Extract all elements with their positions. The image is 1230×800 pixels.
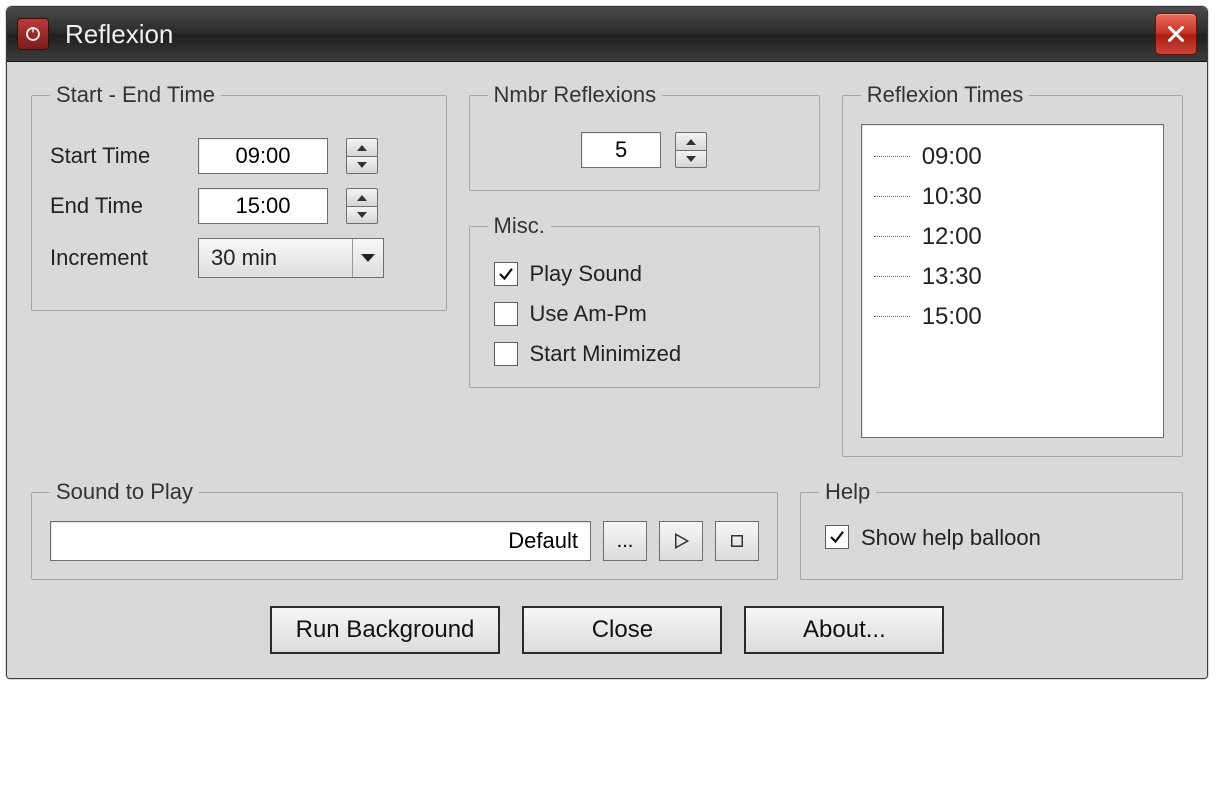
chevron-down-icon [352,239,383,277]
about-button[interactable]: About... [744,606,944,654]
help-legend: Help [819,479,876,505]
chevron-up-icon [357,145,367,151]
nmbr-up-button[interactable] [675,132,707,150]
chevron-down-icon [357,212,367,218]
increment-value: 30 min [199,245,352,271]
show-help-balloon-label: Show help balloon [861,525,1041,551]
end-time-down-button[interactable] [346,206,378,224]
use-ampm-checkbox[interactable] [494,302,518,326]
check-icon [828,528,846,546]
chevron-down-icon [357,162,367,168]
nmbr-down-button[interactable] [675,150,707,168]
nmbr-reflexions-group: Nmbr Reflexions [469,82,820,191]
end-time-spinner [346,188,378,224]
play-sound-checkbox[interactable] [494,262,518,286]
reflexion-times-list[interactable]: 09:00 10:30 12:00 13:30 15:00 [861,124,1164,438]
play-sound-button[interactable] [659,521,703,561]
list-item[interactable]: 10:30 [870,177,1153,217]
sound-to-play-legend: Sound to Play [50,479,199,505]
start-minimized-checkbox[interactable] [494,342,518,366]
dialog-button-row: Run Background Close About... [31,606,1183,654]
browse-sound-button[interactable]: ... [603,521,647,561]
close-icon [1165,23,1187,45]
start-end-time-legend: Start - End Time [50,82,221,108]
end-time-up-button[interactable] [346,188,378,206]
run-background-button[interactable]: Run Background [270,606,501,654]
chevron-up-icon [357,195,367,201]
play-sound-label: Play Sound [530,261,643,287]
start-time-label: Start Time [50,143,180,169]
chevron-down-icon [686,156,696,162]
use-ampm-label: Use Am-Pm [530,301,647,327]
misc-legend: Misc. [488,213,551,239]
start-end-time-group: Start - End Time Start Time End Time [31,82,447,311]
close-button[interactable]: Close [522,606,722,654]
start-minimized-label: Start Minimized [530,341,682,367]
nmbr-reflexions-legend: Nmbr Reflexions [488,82,663,108]
reflexion-times-legend: Reflexion Times [861,82,1030,108]
show-help-balloon-checkbox[interactable] [825,525,849,549]
window-title: Reflexion [65,19,1155,50]
chevron-up-icon [686,139,696,145]
increment-select[interactable]: 30 min [198,238,384,278]
sound-to-play-group: Sound to Play ... [31,479,778,580]
end-time-input[interactable] [198,188,328,224]
start-time-spinner [346,138,378,174]
nmbr-reflexions-spinner [675,132,707,168]
stop-icon [728,532,746,550]
play-icon [672,532,690,550]
increment-label: Increment [50,245,180,271]
list-item[interactable]: 13:30 [870,257,1153,297]
reflexion-window: Reflexion Start - End Time Start Time [6,6,1208,679]
nmbr-reflexions-input[interactable] [581,132,661,168]
stop-sound-button[interactable] [715,521,759,561]
check-icon [497,265,515,283]
reflexion-times-group: Reflexion Times 09:00 10:30 12:00 13:30 … [842,82,1183,457]
start-time-up-button[interactable] [346,138,378,156]
app-icon [17,18,49,50]
client-area: Start - End Time Start Time End Time [7,62,1207,678]
list-item[interactable]: 15:00 [870,297,1153,337]
start-time-input[interactable] [198,138,328,174]
list-item[interactable]: 12:00 [870,217,1153,257]
title-bar: Reflexion [7,7,1207,62]
misc-group: Misc. Play Sound Use Am-Pm [469,213,820,388]
help-group: Help Show help balloon [800,479,1183,580]
end-time-label: End Time [50,193,180,219]
start-time-down-button[interactable] [346,156,378,174]
sound-file-input[interactable] [50,521,591,561]
window-close-button[interactable] [1155,13,1197,55]
list-item[interactable]: 09:00 [870,137,1153,177]
